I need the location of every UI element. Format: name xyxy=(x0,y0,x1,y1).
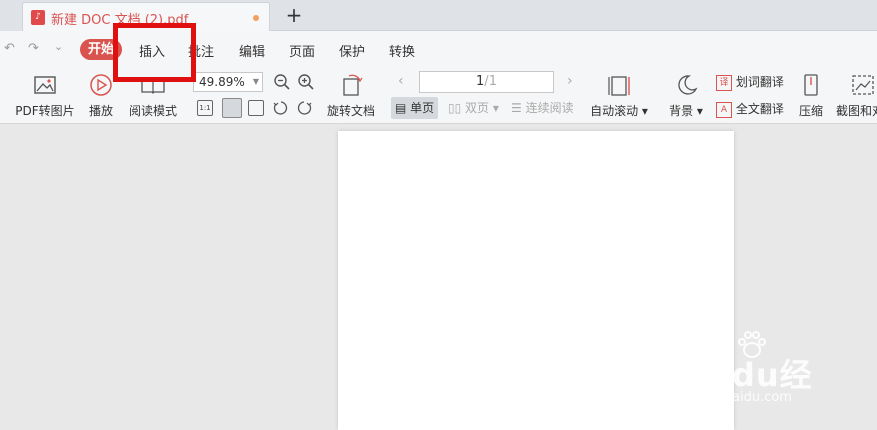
auto-scroll-button[interactable]: 自动滚动 ▾ xyxy=(589,73,649,119)
play-icon xyxy=(90,74,112,96)
actual-size-icon[interactable]: 1:1 xyxy=(197,100,213,116)
pdf-icon: ♪ xyxy=(31,10,45,25)
background-button[interactable]: 背景 ▾ xyxy=(668,73,704,119)
unsaved-dot-icon xyxy=(253,15,259,21)
translate-icon: 译 xyxy=(716,74,732,91)
screenshot-label: 截图和对 xyxy=(836,104,877,118)
fit-page-icon[interactable] xyxy=(222,98,242,118)
baidu-watermark: Baidu经验 jingyan.baidu.com xyxy=(672,330,832,430)
chevron-down-icon: ▼ xyxy=(252,77,259,86)
continuous-read-icon: ☰ xyxy=(511,101,522,115)
rotate-right-icon[interactable] xyxy=(297,100,313,116)
menu-tab-edit[interactable]: 编辑 xyxy=(239,41,265,60)
single-page-button[interactable]: ▤ 单页 xyxy=(391,97,439,119)
play-label: 播放 xyxy=(88,104,113,118)
fit-width-icon[interactable] xyxy=(248,100,264,116)
document-translate-icon: A xyxy=(716,101,732,118)
word-translate-label: 划词翻译 xyxy=(735,75,784,89)
moon-icon xyxy=(678,75,698,95)
double-page-icon: ▯▯ xyxy=(448,101,462,115)
zoom-value: 49.89% xyxy=(199,75,245,89)
screenshot-button[interactable]: 截图和对 xyxy=(836,73,877,119)
single-page-label: 单页 xyxy=(410,101,435,115)
menu-tab-page[interactable]: 页面 xyxy=(289,41,315,60)
single-page-icon: ▤ xyxy=(395,101,407,115)
auto-scroll-icon xyxy=(608,76,630,96)
compress-icon xyxy=(804,74,818,96)
read-mode-label: 阅读模式 xyxy=(128,104,177,118)
pdf-to-image-label: PDF转图片 xyxy=(15,104,75,118)
redo-icon[interactable]: ↷ xyxy=(28,41,39,56)
menu-tab-convert[interactable]: 转换 xyxy=(389,41,415,60)
page-total: 1 xyxy=(488,74,497,89)
background-label: 背景 ▾ xyxy=(669,104,703,118)
word-translate-button[interactable]: 译 划词翻译 xyxy=(716,73,784,91)
undo-icon[interactable]: ↶ xyxy=(4,41,15,56)
next-page-icon[interactable]: › xyxy=(567,73,573,89)
double-page-label: 双页 xyxy=(465,101,490,115)
rotate-document-icon xyxy=(343,74,363,96)
quick-access-dropdown-icon[interactable]: ⌄ xyxy=(54,40,63,53)
double-page-button[interactable]: ▯▯ 双页 ▾ xyxy=(448,97,499,119)
new-tab-button[interactable]: + xyxy=(283,3,305,27)
full-translate-button[interactable]: A 全文翻译 xyxy=(716,100,784,118)
auto-scroll-label: 自动滚动 ▾ xyxy=(590,104,648,118)
previous-page-icon[interactable]: ‹ xyxy=(398,73,404,89)
compress-button[interactable]: 压缩 xyxy=(796,73,826,119)
full-translate-label: 全文翻译 xyxy=(735,102,784,116)
pdf-to-image-button[interactable]: PDF转图片 xyxy=(14,73,76,119)
tab-bar-left-space xyxy=(0,0,22,31)
zoom-out-icon[interactable] xyxy=(273,73,291,91)
highlight-annotation-box xyxy=(113,23,196,82)
image-icon xyxy=(34,76,56,94)
continuous-read-button[interactable]: ☰ 连续阅读 xyxy=(511,97,574,119)
page-number-input[interactable]: 1/1 xyxy=(419,71,554,93)
zoom-in-icon[interactable] xyxy=(297,73,315,91)
rotate-left-icon[interactable] xyxy=(272,100,288,116)
menu-tab-protect[interactable]: 保护 xyxy=(339,41,365,60)
screenshot-icon xyxy=(852,75,874,95)
watermark-sub-text: jingyan.baidu.com xyxy=(672,390,792,405)
rotate-document-label: 旋转文档 xyxy=(326,104,375,118)
rotate-document-button[interactable]: 旋转文档 xyxy=(325,73,377,119)
zoom-select[interactable]: 49.89% ▼ xyxy=(193,72,263,92)
continuous-read-label: 连续阅读 xyxy=(525,101,574,115)
compress-label: 压缩 xyxy=(798,104,823,118)
